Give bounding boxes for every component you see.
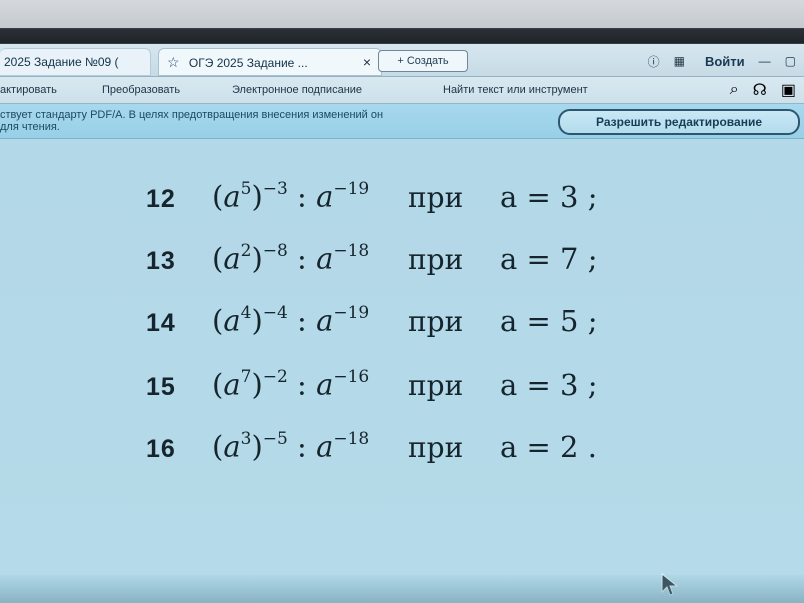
document-page: 12 (a5)−3 : a−19 при a = 3 ; 13 (a2)−8 :… <box>0 139 804 603</box>
divisor-variable: a <box>316 367 334 402</box>
divisor-power: −18 <box>333 429 370 449</box>
condition-value: a = 3 ; <box>500 179 598 214</box>
notice-text: ствует стандарту PDF/A. В целях предотвр… <box>0 109 528 133</box>
outer-power: −8 <box>262 241 288 261</box>
plus-icon: + <box>397 55 404 67</box>
inner-power: 3 <box>240 429 252 449</box>
notice-line-2: для чтения. <box>0 121 60 133</box>
divisor-variable: a <box>316 429 334 464</box>
close-icon[interactable]: × <box>363 49 371 75</box>
condition-value: a = 2 . <box>500 429 597 464</box>
main-toolbar: актировать Преобразовать Электронное под… <box>0 77 804 104</box>
screen: 2025 Задание №09 ( ☆ ОГЭ 2025 Задание ..… <box>0 0 804 603</box>
condition-word: при <box>408 180 464 214</box>
condition-word: при <box>408 304 464 338</box>
grid-icon[interactable]: ▦ <box>674 54 685 68</box>
create-button-label: Создать <box>406 55 449 67</box>
problem-number: 16 <box>146 434 176 463</box>
math-expression: (a7)−2 : a−16 <box>212 367 370 402</box>
math-expression: (a3)−5 : a−18 <box>212 429 370 464</box>
tab-previous[interactable]: 2025 Задание №09 ( <box>0 48 151 76</box>
edit-menu-item[interactable]: актировать <box>0 77 57 103</box>
base-variable: a <box>223 241 241 276</box>
outer-power: −2 <box>262 367 288 387</box>
problem-row: 15 (a7)−2 : a−16 при a = 3 ; <box>146 359 666 402</box>
base-variable: a <box>223 367 241 402</box>
inner-power: 2 <box>240 241 252 261</box>
problem-row: 13 (a2)−8 : a−18 при a = 7 ; <box>146 233 666 276</box>
search-menu-item[interactable]: Найти текст или инструмент <box>443 77 588 103</box>
pdfa-notice-bar: ствует стандарту PDF/A. В целях предотвр… <box>0 104 804 139</box>
notice-line-1: ствует стандарту PDF/A. В целях предотвр… <box>0 109 384 121</box>
maximize-icon[interactable]: ▢ <box>785 54 796 68</box>
outer-power: −4 <box>262 303 288 323</box>
problem-row: 14 (a4)−4 : a−19 при a = 5 ; <box>146 295 666 338</box>
math-expression: (a4)−4 : a−19 <box>212 303 370 338</box>
minimize-icon[interactable]: — <box>759 54 771 68</box>
star-icon[interactable]: ☆ <box>167 54 180 70</box>
problem-number: 15 <box>146 372 176 401</box>
problem-number: 13 <box>146 246 176 275</box>
divisor-power: −19 <box>333 179 370 199</box>
divisor-variable: a <box>316 241 334 276</box>
tab-current-label: ОГЭ 2025 Задание ... <box>188 56 308 70</box>
divisor-variable: a <box>316 303 334 338</box>
divisor-variable: a <box>316 179 334 214</box>
create-button[interactable]: + Создать <box>378 50 468 72</box>
save-icon[interactable]: ▣ <box>781 80 796 100</box>
outer-power: −5 <box>262 429 288 449</box>
math-expression: (a5)−3 : a−19 <box>212 179 370 214</box>
condition-value: a = 7 ; <box>500 241 598 276</box>
condition-value: a = 3 ; <box>500 367 598 402</box>
problem-row: 16 (a3)−5 : a−18 при a = 2 . <box>146 421 666 464</box>
screen-glare <box>0 575 804 603</box>
monitor-bezel <box>0 0 804 28</box>
search-icon[interactable]: ⌕ <box>730 81 739 99</box>
base-variable: a <box>223 429 241 464</box>
problem-row: 12 (a5)−3 : a−19 при a = 3 ; <box>146 171 666 214</box>
condition-word: при <box>408 368 464 402</box>
audio-icon[interactable]: ☊ <box>753 80 767 100</box>
inner-power: 7 <box>240 367 252 387</box>
tab-previous-label: 2025 Задание №09 ( <box>4 55 119 69</box>
divisor-power: −18 <box>333 241 370 261</box>
tab-current[interactable]: ☆ ОГЭ 2025 Задание ... × <box>158 48 382 76</box>
outer-power: −3 <box>262 179 288 199</box>
base-variable: a <box>223 303 241 338</box>
convert-menu-item[interactable]: Преобразовать <box>102 77 180 103</box>
window-controls: ⓘ ▦ Войти — ▢ <box>648 52 804 70</box>
problem-number: 14 <box>146 308 176 337</box>
condition-word: при <box>408 242 464 276</box>
tab-bar: 2025 Задание №09 ( ☆ ОГЭ 2025 Задание ..… <box>0 44 804 77</box>
sign-menu-item[interactable]: Электронное подписание <box>232 77 362 103</box>
divisor-power: −16 <box>333 367 370 387</box>
math-expression: (a2)−8 : a−18 <box>212 241 370 276</box>
toolbar-icons: ⌕ ☊ ▣ <box>730 80 796 100</box>
problem-number: 12 <box>146 184 176 213</box>
allow-editing-button[interactable]: Разрешить редактирование <box>558 109 800 135</box>
condition-value: a = 5 ; <box>500 303 598 338</box>
base-variable: a <box>223 179 241 214</box>
inner-power: 4 <box>240 303 252 323</box>
help-icon[interactable]: ⓘ <box>648 53 660 70</box>
login-button[interactable]: Войти <box>705 54 745 69</box>
condition-word: при <box>408 430 464 464</box>
inner-power: 5 <box>240 179 252 199</box>
divisor-power: −19 <box>333 303 370 323</box>
